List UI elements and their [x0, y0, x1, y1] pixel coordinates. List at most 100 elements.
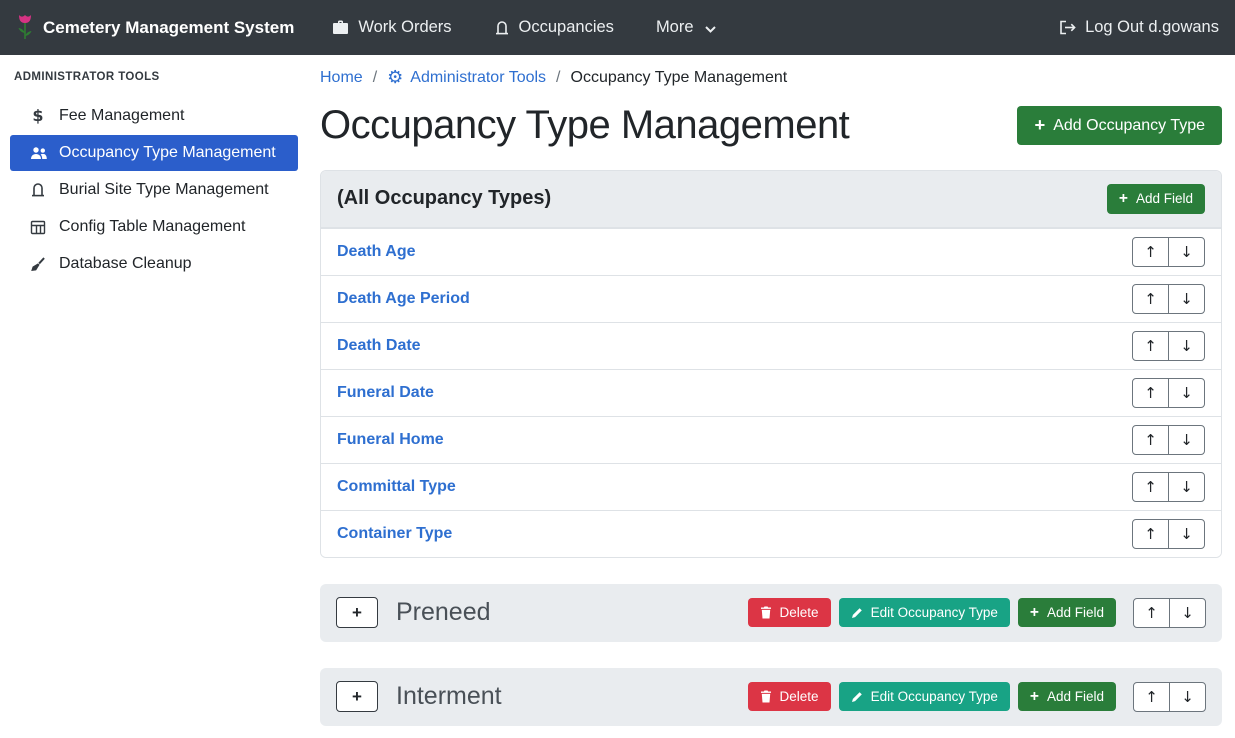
breadcrumb-admin-tools-link[interactable]: ⚙ Administrator Tools [387, 69, 546, 87]
app-brand[interactable]: Cemetery Management System [16, 14, 294, 41]
edit-occupancy-type-button[interactable]: Edit Occupancy Type [839, 682, 1010, 711]
move-up-button[interactable]: ↑ [1133, 598, 1170, 628]
breadcrumb-current-page: Occupancy Type Management [571, 69, 788, 87]
breadcrumb-separator: / [556, 69, 560, 87]
nav-item-occupancies[interactable]: Occupancies [494, 18, 614, 37]
add-field-button[interactable]: + Add Field [1018, 682, 1116, 712]
field-link-container-type[interactable]: Container Type [337, 525, 452, 543]
move-down-button[interactable]: ↓ [1168, 331, 1205, 361]
edit-occupancy-type-button[interactable]: Edit Occupancy Type [839, 598, 1010, 627]
logout-label: Log Out d.gowans [1085, 18, 1219, 37]
move-up-button[interactable]: ↑ [1132, 472, 1169, 502]
nav-item-label: More [656, 18, 694, 37]
sidebar: Administrator Tools $ Fee Management Occ… [0, 55, 310, 738]
reorder-buttons: ↑ ↓ [1133, 598, 1206, 628]
field-link-funeral-home[interactable]: Funeral Home [337, 431, 444, 449]
sidebar-item-config-table-management[interactable]: Config Table Management [10, 209, 298, 245]
broom-icon [28, 257, 48, 272]
move-down-button[interactable]: ↓ [1168, 472, 1205, 502]
table-icon [28, 220, 48, 235]
sidebar-item-database-cleanup[interactable]: Database Cleanup [10, 246, 298, 282]
move-down-button[interactable]: ↓ [1168, 284, 1205, 314]
move-up-button[interactable]: ↑ [1132, 284, 1169, 314]
card-header: (All Occupancy Types) + Add Field [321, 171, 1221, 228]
page-title: Occupancy Type Management [320, 103, 849, 148]
field-link-funeral-date[interactable]: Funeral Date [337, 384, 434, 402]
section-interment: + Interment Delete Edit Occupancy T [320, 668, 1222, 726]
move-down-button[interactable]: ↓ [1169, 598, 1206, 628]
field-row: Funeral Home ↑ ↓ [321, 416, 1221, 463]
pencil-icon [851, 607, 863, 619]
sidebar-item-label: Burial Site Type Management [59, 181, 269, 199]
field-row: Committal Type ↑ ↓ [321, 463, 1221, 510]
trash-icon [760, 606, 772, 619]
move-up-button[interactable]: ↑ [1132, 331, 1169, 361]
move-up-button[interactable]: ↑ [1133, 682, 1170, 712]
move-down-button[interactable]: ↓ [1169, 682, 1206, 712]
move-up-button[interactable]: ↑ [1132, 519, 1169, 549]
reorder-buttons: ↑ ↓ [1132, 519, 1205, 549]
move-up-button[interactable]: ↑ [1132, 378, 1169, 408]
field-row: Funeral Date ↑ ↓ [321, 369, 1221, 416]
field-link-committal-type[interactable]: Committal Type [337, 478, 456, 496]
edit-label: Edit Occupancy Type [871, 605, 998, 620]
sidebar-item-occupancy-type-management[interactable]: Occupancy Type Management [10, 135, 298, 171]
plus-icon: + [1030, 605, 1039, 621]
nav-item-more[interactable]: More [656, 18, 716, 37]
reorder-buttons: ↑ ↓ [1132, 378, 1205, 408]
reorder-buttons: ↑ ↓ [1133, 682, 1206, 712]
add-occupancy-type-button[interactable]: + Add Occupancy Type [1017, 106, 1222, 144]
toolbox-icon [332, 20, 349, 35]
move-down-button[interactable]: ↓ [1168, 237, 1205, 267]
monument-icon [494, 20, 510, 36]
field-row: Death Age Period ↑ ↓ [321, 275, 1221, 322]
breadcrumb-home-label: Home [320, 69, 363, 87]
main-content: Home / ⚙ Administrator Tools / Occupancy… [310, 55, 1235, 738]
monument-icon [28, 182, 48, 198]
chevron-down-icon [705, 26, 716, 33]
delete-button[interactable]: Delete [748, 682, 831, 711]
nav-item-label: Work Orders [358, 18, 451, 37]
reorder-buttons: ↑ ↓ [1132, 472, 1205, 502]
logout-icon [1059, 20, 1076, 35]
field-link-death-date[interactable]: Death Date [337, 337, 421, 355]
field-link-death-age-period[interactable]: Death Age Period [337, 290, 470, 308]
expand-section-button[interactable]: + [336, 681, 378, 712]
sidebar-item-burial-site-type-management[interactable]: Burial Site Type Management [10, 172, 298, 208]
breadcrumb: Home / ⚙ Administrator Tools / Occupancy… [320, 69, 1222, 87]
pencil-icon [851, 691, 863, 703]
plus-icon: + [1030, 689, 1039, 705]
breadcrumb-section-label: Administrator Tools [410, 69, 546, 87]
users-icon [28, 146, 48, 160]
expand-section-button[interactable]: + [336, 597, 378, 628]
move-up-button[interactable]: ↑ [1132, 425, 1169, 455]
dollar-icon: $ [28, 106, 48, 125]
app-title: Cemetery Management System [43, 18, 294, 38]
field-link-death-age[interactable]: Death Age [337, 243, 416, 261]
nav-item-work-orders[interactable]: Work Orders [332, 18, 451, 37]
plus-icon: + [1034, 116, 1045, 134]
add-occupancy-type-label: Add Occupancy Type [1053, 117, 1205, 135]
delete-button[interactable]: Delete [748, 598, 831, 627]
sidebar-item-label: Config Table Management [59, 218, 246, 236]
add-field-button[interactable]: + Add Field [1107, 184, 1205, 214]
top-navbar: Cemetery Management System Work Orders O… [0, 0, 1235, 55]
card-title: (All Occupancy Types) [337, 187, 551, 210]
move-down-button[interactable]: ↓ [1168, 519, 1205, 549]
delete-label: Delete [780, 689, 819, 704]
sidebar-item-fee-management[interactable]: $ Fee Management [10, 97, 298, 134]
sidebar-item-label: Database Cleanup [59, 255, 192, 273]
breadcrumb-home-link[interactable]: Home [320, 69, 363, 87]
field-row: Death Date ↑ ↓ [321, 322, 1221, 369]
move-down-button[interactable]: ↓ [1168, 425, 1205, 455]
reorder-buttons: ↑ ↓ [1132, 284, 1205, 314]
move-up-button[interactable]: ↑ [1132, 237, 1169, 267]
reorder-buttons: ↑ ↓ [1132, 237, 1205, 267]
add-field-label: Add Field [1047, 605, 1104, 620]
reorder-buttons: ↑ ↓ [1132, 331, 1205, 361]
reorder-buttons: ↑ ↓ [1132, 425, 1205, 455]
logout-button[interactable]: Log Out d.gowans [1059, 18, 1219, 37]
section-preneed: + Preneed Delete Edit Occupancy Typ [320, 584, 1222, 642]
add-field-button[interactable]: + Add Field [1018, 598, 1116, 628]
move-down-button[interactable]: ↓ [1168, 378, 1205, 408]
